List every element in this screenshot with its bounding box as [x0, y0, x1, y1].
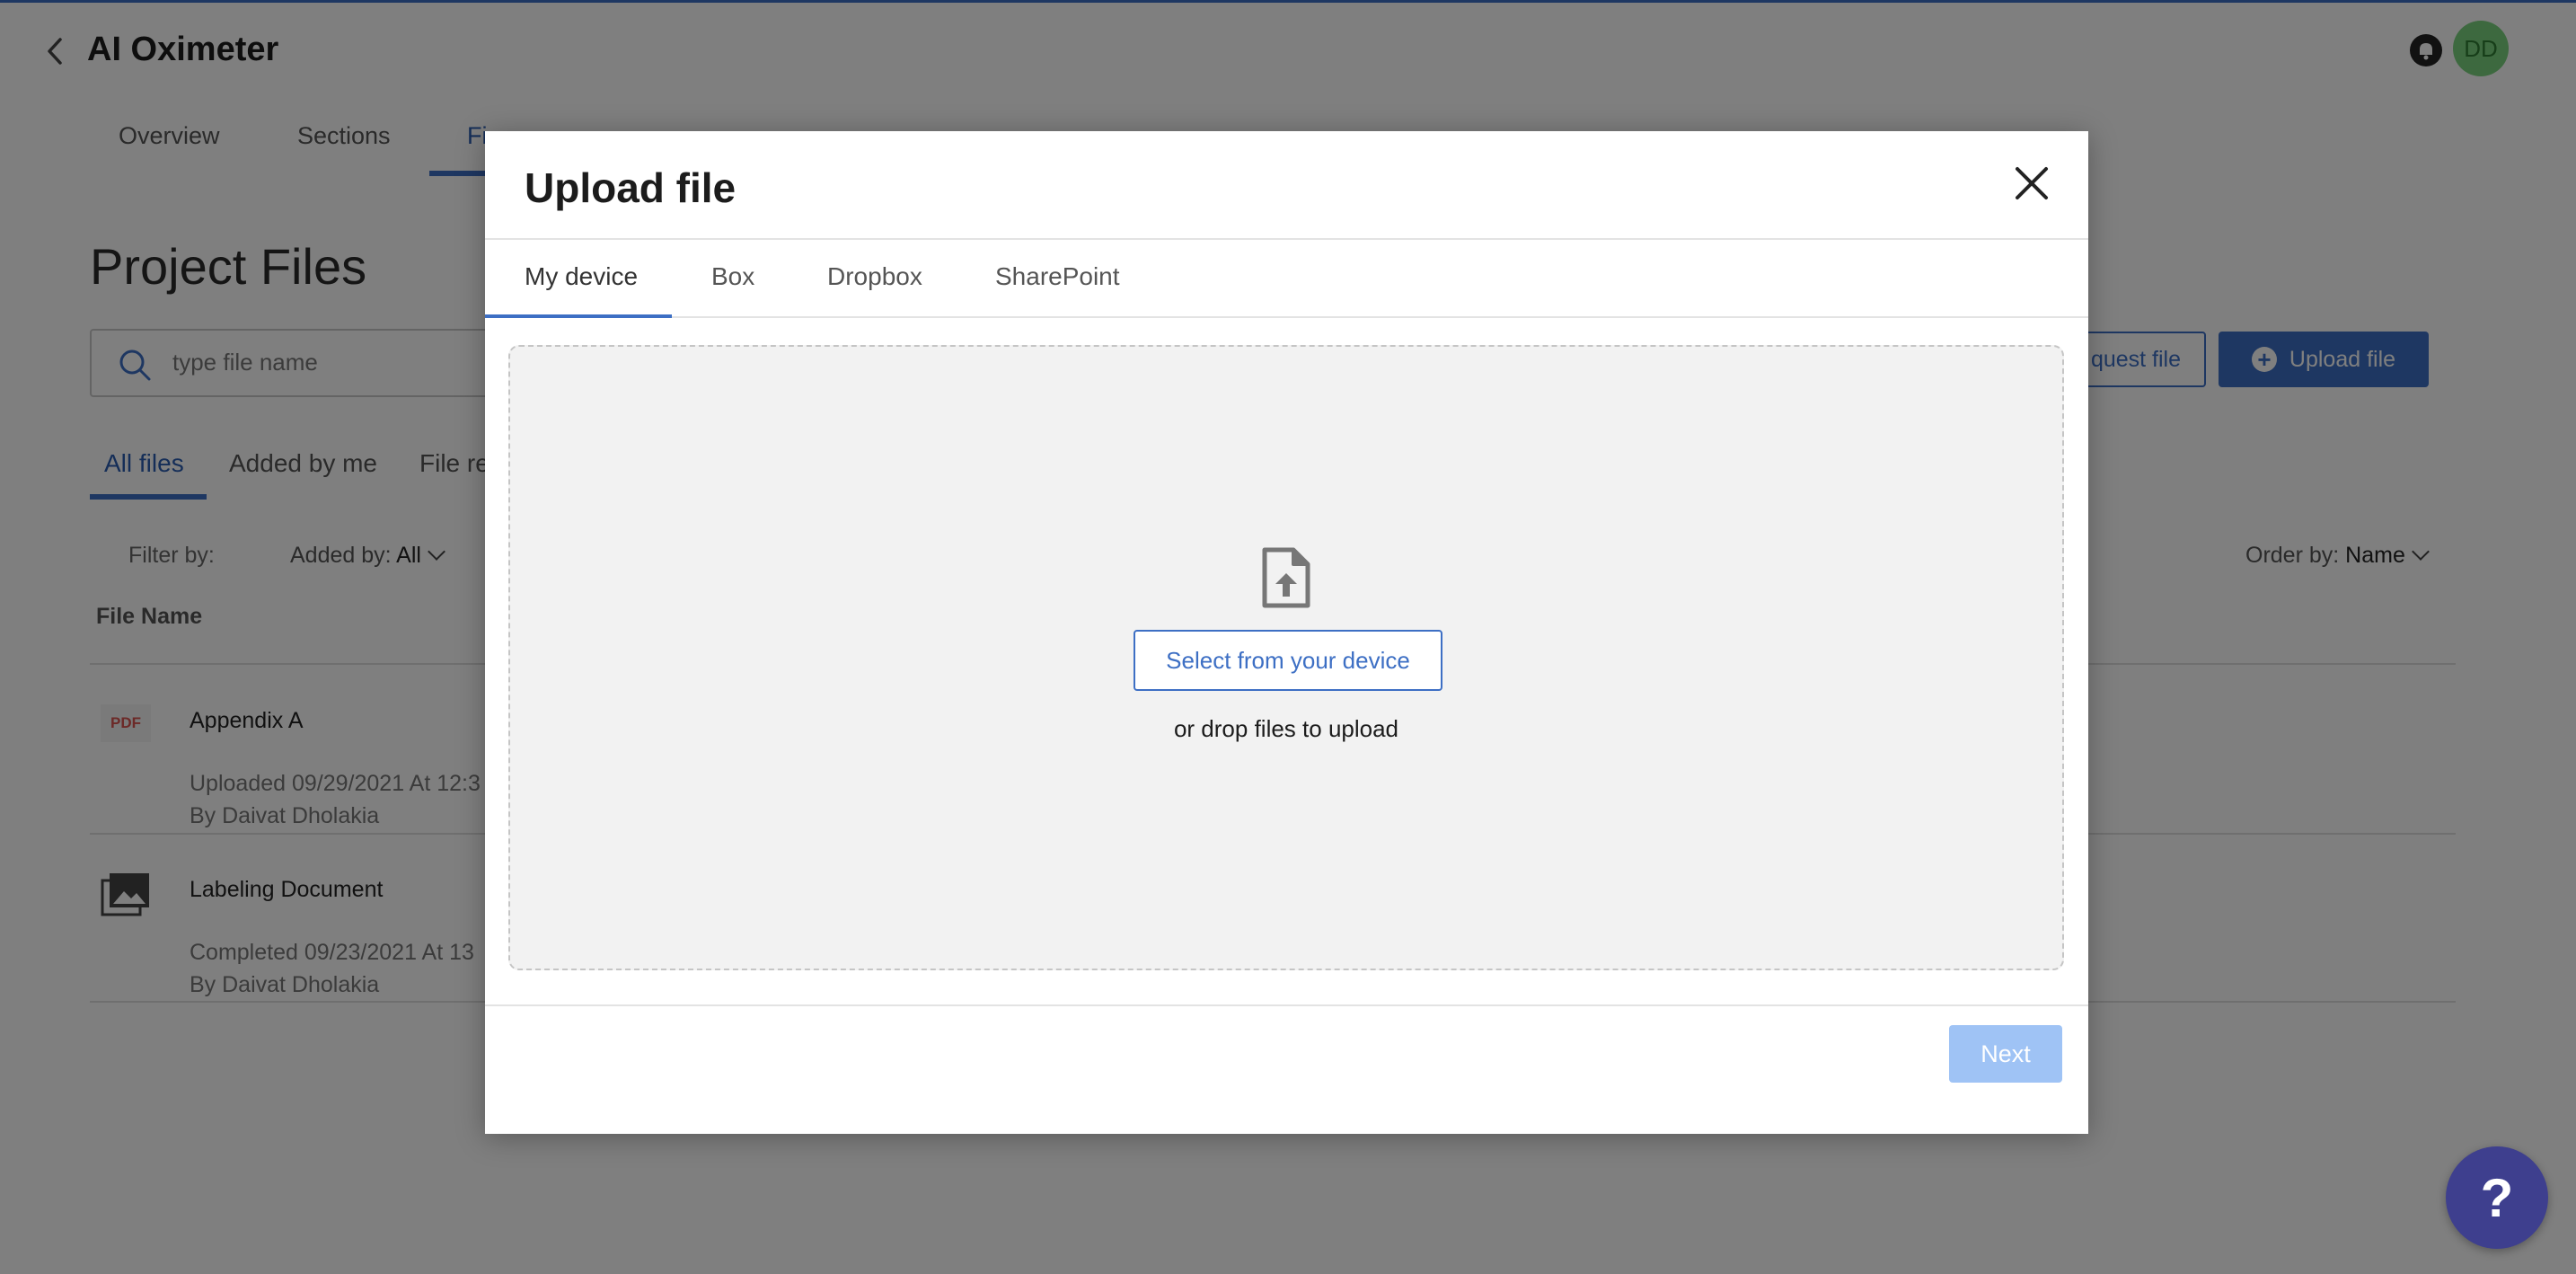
- next-button[interactable]: Next: [1949, 1025, 2062, 1083]
- modal-tab-sharepoint[interactable]: SharePoint: [995, 262, 1120, 291]
- modal-tab-dropbox[interactable]: Dropbox: [827, 262, 922, 291]
- modal-tab-my-device[interactable]: My device: [525, 262, 638, 291]
- modal-tab-box[interactable]: Box: [711, 262, 754, 291]
- select-from-device-button[interactable]: Select from your device: [1134, 630, 1442, 691]
- file-upload-icon: [1259, 546, 1313, 609]
- close-button[interactable]: [2007, 158, 2057, 208]
- modal-header-divider: [485, 238, 2088, 240]
- modal-footer-divider: [485, 1004, 2088, 1006]
- modal-title: Upload file: [525, 164, 737, 211]
- file-drop-zone[interactable]: Select from your device or drop files to…: [508, 345, 2064, 970]
- modal-tabs-divider: [485, 316, 2088, 318]
- drop-files-text: or drop files to upload: [1173, 715, 1399, 742]
- close-icon: [2016, 167, 2048, 199]
- upload-file-modal: Upload file My device Box Dropbox ShareP…: [485, 131, 2088, 1134]
- modal-tab-indicator: [485, 314, 672, 318]
- help-button[interactable]: ?: [2446, 1146, 2548, 1249]
